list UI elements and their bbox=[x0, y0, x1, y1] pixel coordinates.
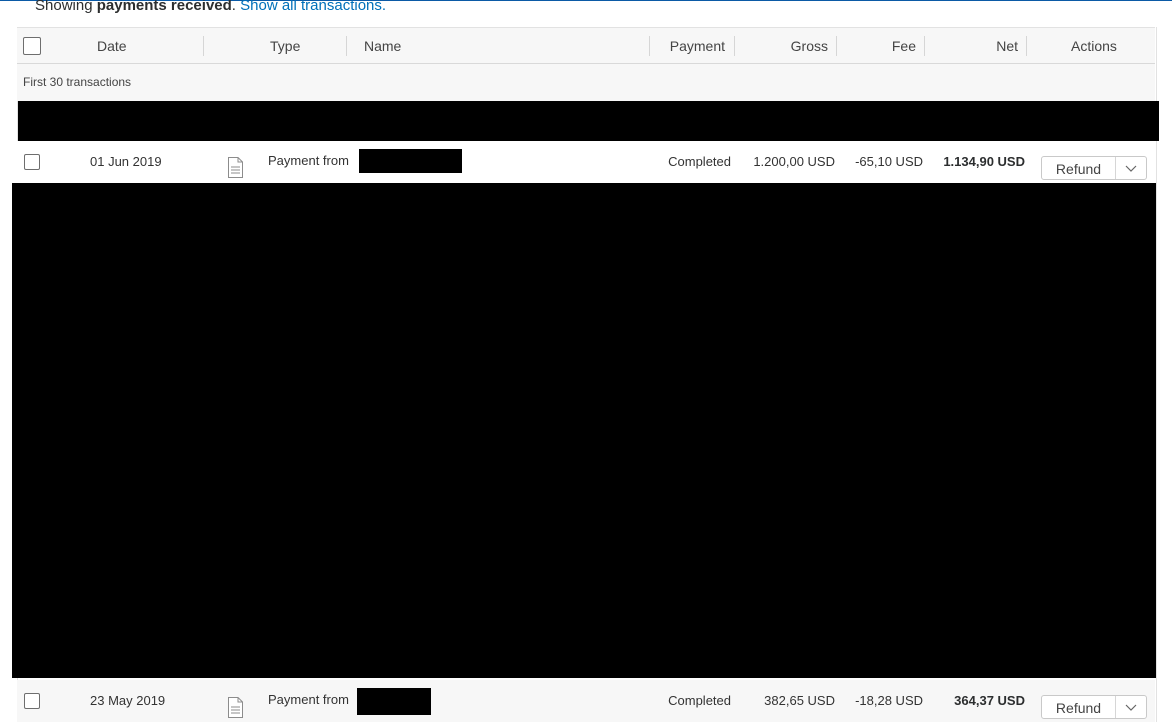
row-type: Payment from bbox=[268, 692, 349, 707]
row-checkbox[interactable] bbox=[24, 693, 40, 709]
row-fee: -18,28 USD bbox=[855, 693, 923, 708]
column-divider[interactable] bbox=[649, 36, 650, 56]
column-divider[interactable] bbox=[346, 36, 347, 56]
row-payment-status: Completed bbox=[668, 154, 731, 169]
table-row[interactable]: 01 Jun 2019 Payment from Completed 1.200… bbox=[17, 141, 1155, 183]
chevron-down-icon bbox=[1125, 165, 1137, 172]
table-header: Date Type Name Payment Gross Fee Net Act… bbox=[17, 27, 1155, 64]
group-label: First 30 transactions bbox=[23, 75, 132, 89]
redacted-name bbox=[359, 149, 462, 173]
row-checkbox[interactable] bbox=[24, 154, 40, 170]
refund-button-group: Refund bbox=[1041, 156, 1147, 180]
document-icon bbox=[228, 697, 243, 718]
column-divider[interactable] bbox=[1026, 36, 1027, 56]
column-actions: Actions bbox=[1071, 38, 1117, 54]
column-fee[interactable]: Fee bbox=[847, 38, 916, 54]
column-name[interactable]: Name bbox=[364, 38, 401, 54]
show-all-transactions-link[interactable]: Show all transactions. bbox=[240, 0, 386, 14]
actions-menu-button[interactable] bbox=[1116, 696, 1146, 718]
column-divider[interactable] bbox=[734, 36, 735, 56]
row-gross: 382,65 USD bbox=[764, 693, 835, 708]
group-header: First 30 transactions bbox=[17, 64, 1155, 101]
summary-filter: payments received bbox=[96, 0, 232, 14]
refund-button-group: Refund bbox=[1041, 695, 1147, 719]
row-date: 23 May 2019 bbox=[90, 693, 166, 708]
row-gross: 1.200,00 USD bbox=[753, 154, 835, 169]
column-gross[interactable]: Gross bbox=[747, 38, 828, 54]
summary-dot: . bbox=[231, 0, 236, 14]
column-payment[interactable]: Payment bbox=[657, 38, 725, 54]
refund-button[interactable]: Refund bbox=[1042, 696, 1115, 718]
redacted-name bbox=[357, 688, 431, 715]
select-all-checkbox[interactable] bbox=[23, 37, 41, 55]
row-net: 1.134,90 USD bbox=[943, 154, 1025, 169]
showing-summary: Showing payments received. Show all tran… bbox=[35, 0, 386, 14]
actions-menu-button[interactable] bbox=[1116, 157, 1146, 179]
column-divider[interactable] bbox=[836, 36, 837, 56]
chevron-down-icon bbox=[1125, 704, 1137, 711]
refund-button[interactable]: Refund bbox=[1042, 157, 1115, 179]
document-icon bbox=[228, 157, 243, 178]
row-fee: -65,10 USD bbox=[855, 154, 923, 169]
column-date[interactable]: Date bbox=[97, 38, 127, 54]
column-divider[interactable] bbox=[203, 36, 204, 56]
column-net[interactable]: Net bbox=[937, 38, 1018, 54]
row-type: Payment from bbox=[268, 153, 349, 168]
redacted-block bbox=[18, 101, 1159, 141]
row-net: 364,37 USD bbox=[954, 693, 1025, 708]
row-date: 01 Jun 2019 bbox=[90, 154, 162, 169]
column-divider[interactable] bbox=[924, 36, 925, 56]
summary-prefix: Showing bbox=[35, 0, 97, 14]
table-row[interactable]: 23 May 2019 Payment from Completed 382,6… bbox=[17, 680, 1155, 722]
redacted-block bbox=[12, 183, 1156, 678]
column-type[interactable]: Type bbox=[270, 38, 300, 54]
row-payment-status: Completed bbox=[668, 693, 731, 708]
